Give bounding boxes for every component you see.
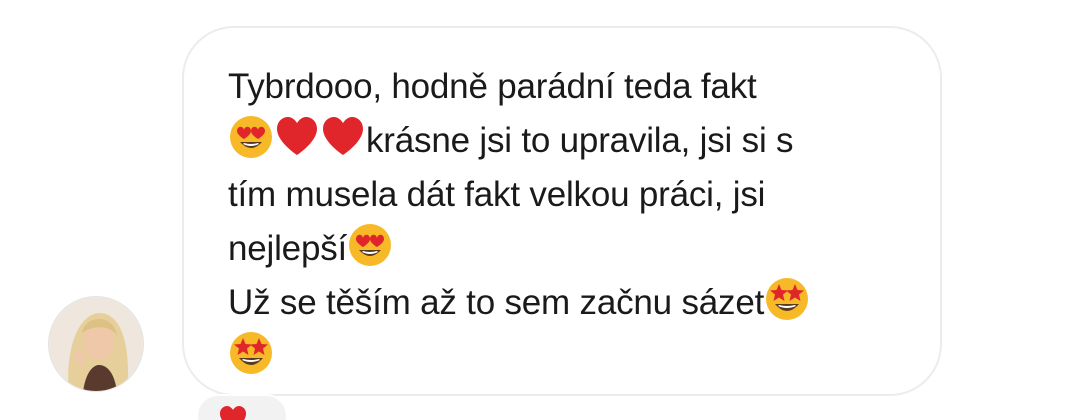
chat-thread: Tybrdooo, hodně parádní teda fakt krásne… [0, 0, 1080, 420]
star-struck-icon [764, 276, 810, 322]
message-line-6 [228, 330, 908, 384]
message-line-3: tím musela dát fakt velkou práci, jsi [228, 175, 766, 214]
red-heart-icon [274, 114, 320, 160]
avatar[interactable] [48, 296, 144, 392]
message-line-4: nejlepší [228, 222, 908, 276]
smiling-face-with-heart-eyes-icon [228, 114, 274, 160]
star-struck-icon [228, 330, 274, 376]
reaction-badge[interactable] [196, 394, 288, 420]
red-heart-icon [219, 405, 247, 420]
message-line-1: Tybrdooo, hodně parádní teda fakt [228, 67, 757, 106]
message-line-2: krásne jsi to upravila, jsi si s [228, 114, 908, 168]
message-line-2-text: krásne jsi to upravila, jsi si s [366, 121, 794, 160]
smiling-face-with-heart-eyes-icon [347, 222, 393, 268]
message-line-5-text: Už se těším až to sem začnu sázet [228, 283, 765, 322]
message-text: Tybrdooo, hodně parádní teda fakt krásne… [228, 60, 908, 384]
message-line-4-text: nejlepší [228, 229, 348, 268]
red-heart-icon [320, 114, 366, 160]
message-line-5: Už se těším až to sem začnu sázet [228, 276, 908, 330]
